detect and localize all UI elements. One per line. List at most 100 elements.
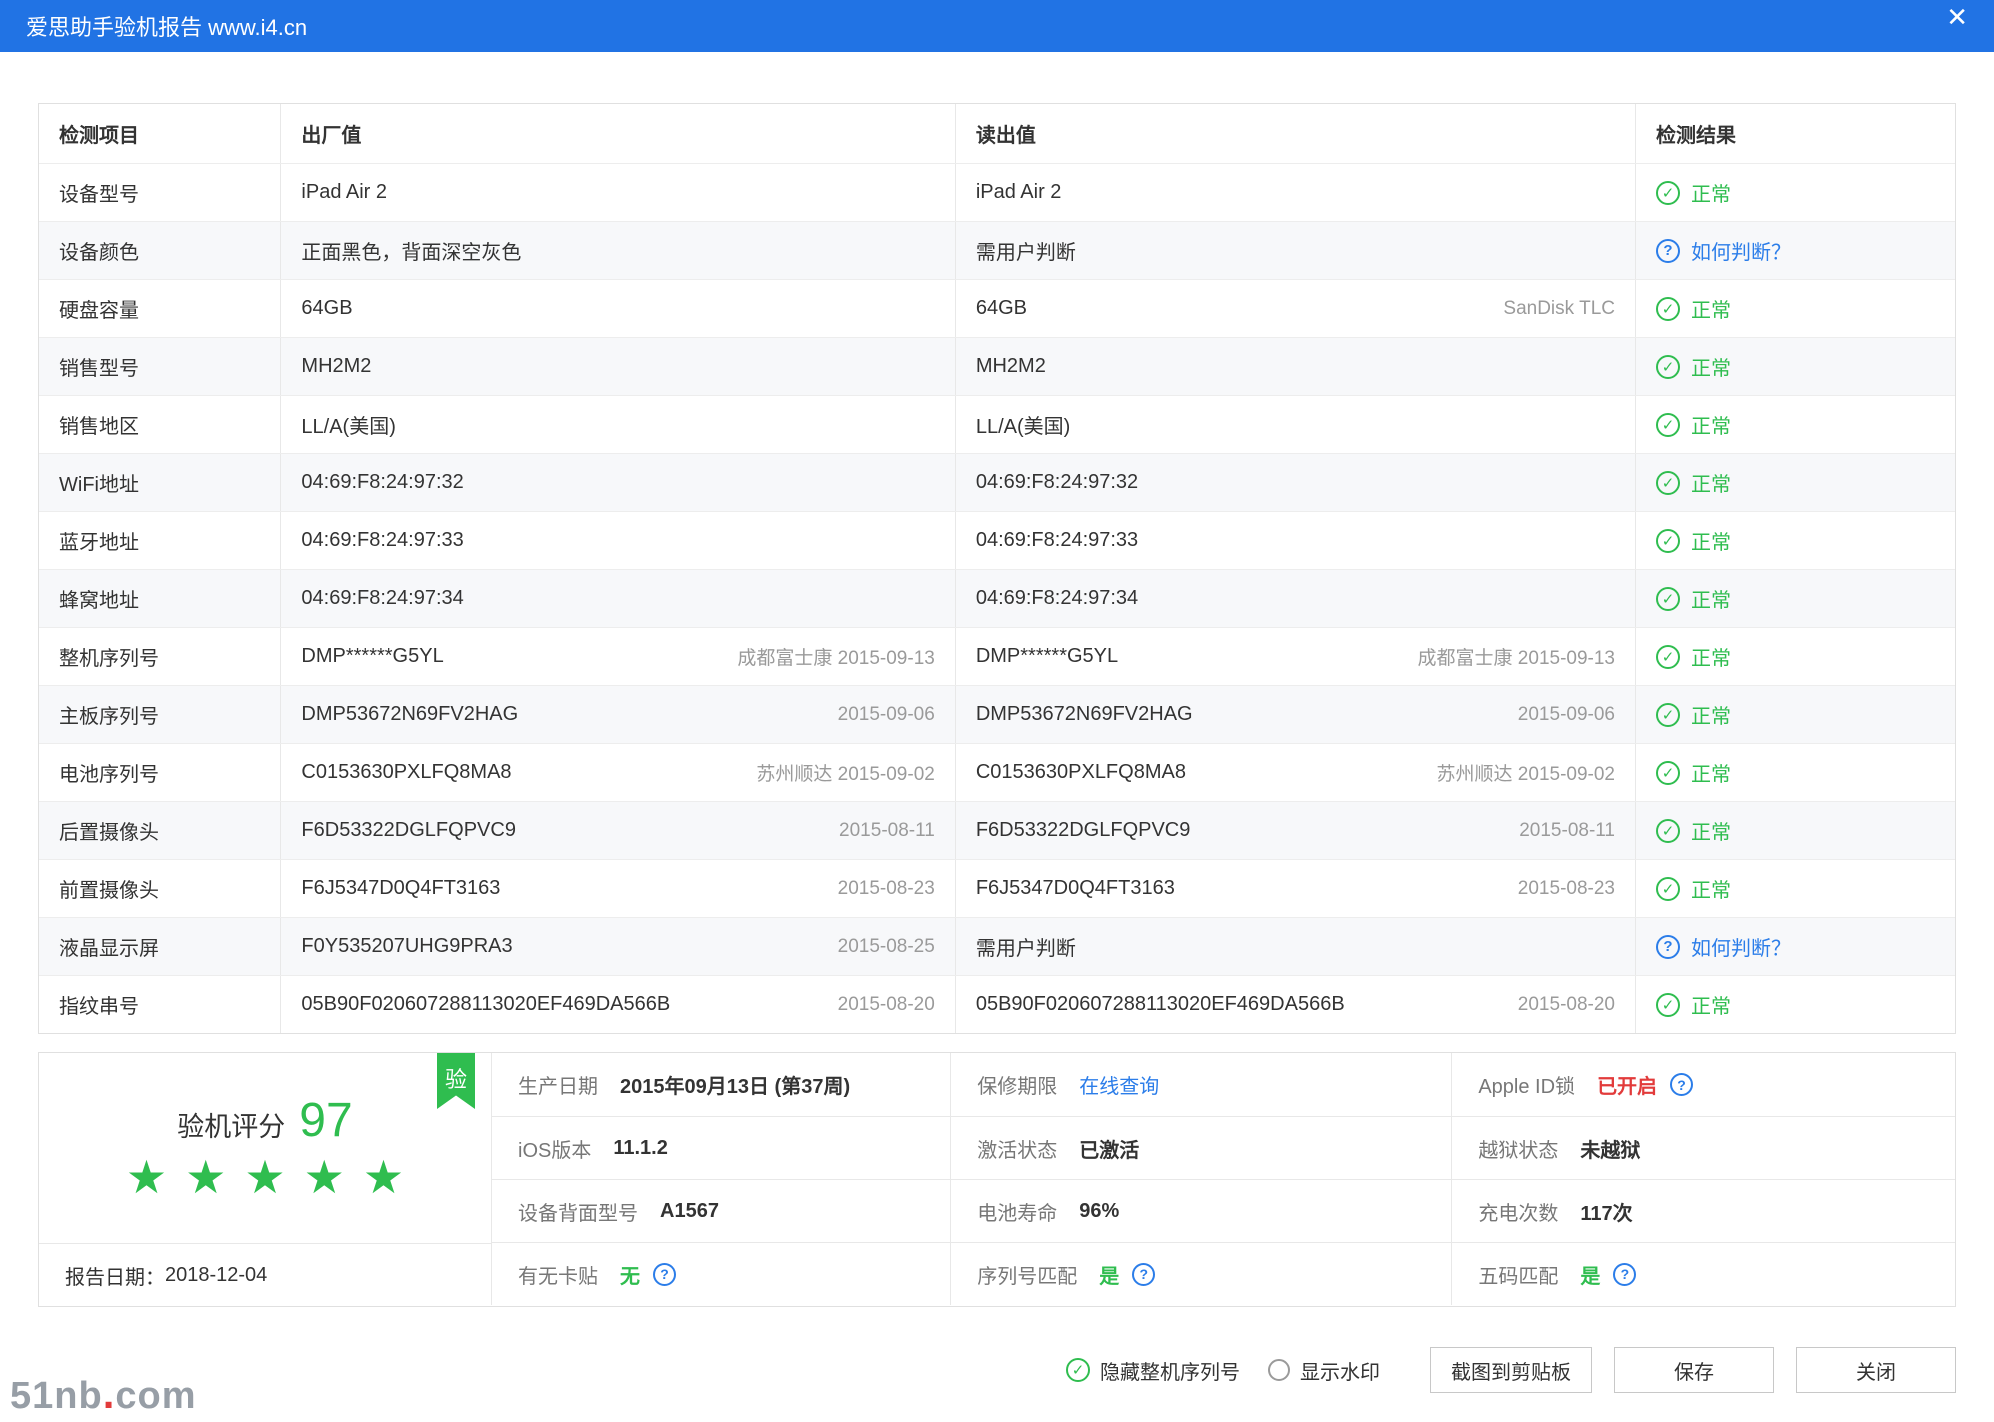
watermark-suffix: com	[115, 1375, 196, 1417]
score-panel: 验 验机评分 97 ★★★★★ 报告日期： 2018-12-04	[39, 1053, 491, 1306]
read-extra: SanDisk TLC	[1503, 298, 1615, 320]
read-cell: 需用户判断	[955, 918, 1635, 975]
factory-value: 04:69:F8:24:97:33	[301, 529, 463, 552]
summary-cell: 设备背面型号 A1567 ?	[491, 1179, 950, 1242]
row-item-label: WiFi地址	[39, 454, 280, 511]
read-value: 04:69:F8:24:97:34	[976, 587, 1138, 610]
row-item-label: 蓝牙地址	[39, 512, 280, 569]
question-circle-icon[interactable]: ?	[1132, 1263, 1155, 1286]
radio-unchecked-icon[interactable]	[1268, 1359, 1290, 1381]
screenshot-to-clipboard-button[interactable]: 截图到剪贴板	[1430, 1347, 1592, 1393]
factory-cell: 64GB	[280, 280, 954, 337]
table-row: 设备颜色 正面黑色，背面深空灰色 需用户判断 ✓ ? 如何判断？	[39, 221, 1955, 279]
row-item-label: 设备颜色	[39, 222, 280, 279]
result-label: 正常	[1691, 816, 1731, 845]
result-label: 正常	[1691, 352, 1731, 381]
summary-value[interactable]: 在线查询	[1079, 1070, 1159, 1099]
check-circle-icon: ✓	[1656, 877, 1680, 901]
factory-extra: 2015-08-11	[839, 820, 935, 842]
table-row: 液晶显示屏 F0Y535207UHG9PRA3 2015-08-25 需用户判断…	[39, 917, 1955, 975]
factory-cell: F0Y535207UHG9PRA3 2015-08-25	[280, 918, 954, 975]
factory-cell: MH2M2	[280, 338, 954, 395]
check-circle-icon: ✓	[1656, 761, 1680, 785]
check-circle-icon: ✓	[1656, 181, 1680, 205]
question-circle-icon[interactable]: ?	[1656, 935, 1680, 959]
result-label: 正常	[1691, 526, 1731, 555]
question-circle-icon[interactable]: ?	[653, 1263, 676, 1286]
question-circle-icon[interactable]: ?	[1613, 1263, 1636, 1286]
result-cell: ✓ ? 正常	[1635, 396, 1955, 453]
table-row: 销售型号 MH2M2 MH2M2 ✓ ? 正常	[39, 337, 1955, 395]
header-factory: 出厂值	[280, 104, 954, 163]
checked-circle-icon[interactable]: ✓	[1066, 1358, 1090, 1382]
read-cell: 04:69:F8:24:97:34	[955, 570, 1635, 627]
summary-value: 96%	[1079, 1200, 1119, 1223]
row-item-label: 硬盘容量	[39, 280, 280, 337]
row-item-label: 前置摄像头	[39, 860, 280, 917]
result-cell: ✓ ? 正常	[1635, 744, 1955, 801]
question-circle-icon[interactable]: ?	[1670, 1073, 1693, 1096]
factory-cell: C0153630PXLFQ8MA8 苏州顺达 2015-09-02	[280, 744, 954, 801]
table-row: 蜂窝地址 04:69:F8:24:97:34 04:69:F8:24:97:34…	[39, 569, 1955, 627]
read-cell: 04:69:F8:24:97:33	[955, 512, 1635, 569]
factory-extra: 成都富士康 2015-09-13	[737, 643, 934, 670]
factory-value: 正面黑色，背面深空灰色	[301, 236, 521, 265]
table-row: 电池序列号 C0153630PXLFQ8MA8 苏州顺达 2015-09-02 …	[39, 743, 1955, 801]
check-circle-icon: ✓	[1656, 529, 1680, 553]
result-label[interactable]: 如何判断？	[1691, 932, 1791, 961]
read-value: 05B90F020607288113020EF469DA566B	[976, 993, 1345, 1016]
table-row: 主板序列号 DMP53672N69FV2HAG 2015-09-06 DMP53…	[39, 685, 1955, 743]
factory-value: F0Y535207UHG9PRA3	[301, 935, 512, 958]
table-header-row: 检测项目 出厂值 读出值 检测结果	[39, 104, 1955, 163]
read-extra: 2015-08-23	[1518, 878, 1615, 900]
footer-controls: ✓ 隐藏整机序列号 显示水印 截图到剪贴板 保存 关闭	[38, 1347, 1956, 1393]
result-label[interactable]: 如何判断？	[1691, 236, 1791, 265]
result-label: 正常	[1691, 758, 1731, 787]
summary-label: 电池寿命	[977, 1197, 1057, 1226]
summary-value: 是	[1099, 1260, 1119, 1289]
read-cell: C0153630PXLFQ8MA8 苏州顺达 2015-09-02	[955, 744, 1635, 801]
score-value: 97	[299, 1093, 352, 1148]
read-cell: 需用户判断	[955, 222, 1635, 279]
header-item: 检测项目	[39, 104, 280, 163]
factory-cell: iPad Air 2	[280, 164, 954, 221]
row-item-label: 液晶显示屏	[39, 918, 280, 975]
report-date-row: 报告日期： 2018-12-04	[39, 1243, 491, 1306]
factory-value: iPad Air 2	[301, 181, 387, 204]
close-icon[interactable]: ✕	[1946, 4, 1968, 30]
factory-value: F6D53322DGLFQPVC9	[301, 819, 516, 842]
read-value: F6J5347D0Q4FT3163	[976, 877, 1175, 900]
read-cell: 64GB SanDisk TLC	[955, 280, 1635, 337]
read-value: 04:69:F8:24:97:33	[976, 529, 1138, 552]
summary-cell: 生产日期 2015年09月13日 (第37周) ?	[491, 1053, 950, 1116]
check-circle-icon: ✓	[1656, 471, 1680, 495]
result-cell: ✓ ? 正常	[1635, 976, 1955, 1033]
close-button[interactable]: 关闭	[1796, 1347, 1956, 1393]
save-button[interactable]: 保存	[1614, 1347, 1774, 1393]
star-icon: ★	[363, 1151, 404, 1203]
table-row: 销售地区 LL/A(美国) LL/A(美国) ✓ ? 正常	[39, 395, 1955, 453]
question-circle-icon[interactable]: ?	[1656, 239, 1680, 263]
factory-value: MH2M2	[301, 355, 371, 378]
read-value: 需用户判断	[976, 236, 1076, 265]
summary-label: 越狱状态	[1478, 1134, 1558, 1163]
show-watermark-toggle[interactable]: 显示水印	[1268, 1356, 1380, 1385]
check-circle-icon: ✓	[1656, 587, 1680, 611]
result-cell: ✓ ? 正常	[1635, 338, 1955, 395]
watermark-dot: .	[103, 1370, 116, 1417]
read-value: DMP******G5YL	[976, 645, 1118, 668]
star-rating: ★★★★★	[117, 1150, 413, 1204]
window-title: 爱思助手验机报告 www.i4.cn	[26, 10, 307, 42]
row-item-label: 设备型号	[39, 164, 280, 221]
factory-cell: F6J5347D0Q4FT3163 2015-08-23	[280, 860, 954, 917]
check-circle-icon: ✓	[1656, 645, 1680, 669]
watermark-prefix: 51nb	[10, 1375, 103, 1417]
check-circle-icon: ✓	[1656, 297, 1680, 321]
result-cell: ✓ ? 正常	[1635, 628, 1955, 685]
report-date-value: 2018-12-04	[165, 1264, 267, 1287]
read-cell: MH2M2	[955, 338, 1635, 395]
watermark-logo: 51nb.com	[10, 1370, 197, 1418]
hide-serial-toggle[interactable]: ✓ 隐藏整机序列号	[1066, 1356, 1240, 1385]
factory-value: 05B90F020607288113020EF469DA566B	[301, 993, 670, 1016]
factory-value: DMP******G5YL	[301, 645, 443, 668]
